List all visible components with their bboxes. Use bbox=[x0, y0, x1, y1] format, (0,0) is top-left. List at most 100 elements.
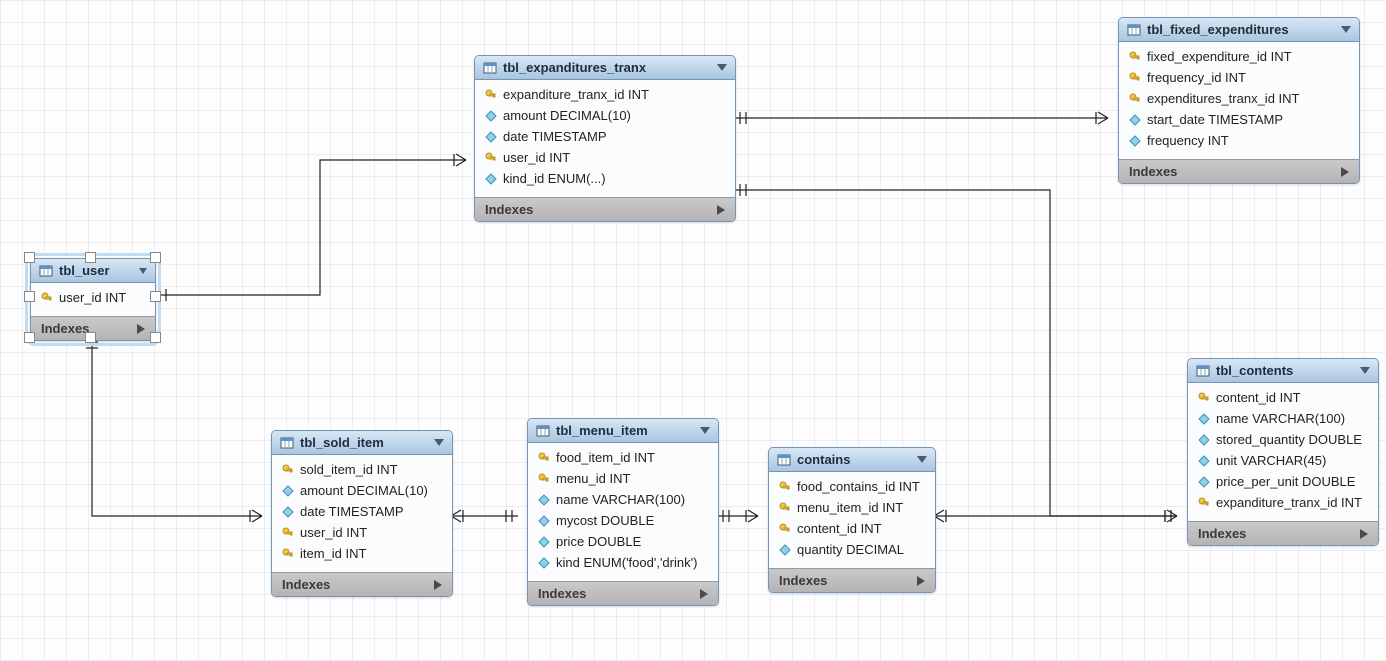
column-icon bbox=[485, 131, 497, 143]
chevron-down-icon bbox=[1341, 26, 1351, 33]
entity-title: tbl_fixed_expenditures bbox=[1147, 22, 1289, 37]
column-row[interactable]: price_per_unit DOUBLE bbox=[1188, 471, 1378, 492]
column-row[interactable]: kind_id ENUM(...) bbox=[475, 168, 735, 189]
indexes-section[interactable]: Indexes bbox=[1119, 159, 1359, 183]
column-row[interactable]: user_id INT bbox=[475, 147, 735, 168]
column-list: sold_item_id INTamount DECIMAL(10)date T… bbox=[272, 455, 452, 572]
primary-key-icon bbox=[485, 89, 497, 101]
column-label: mycost DOUBLE bbox=[556, 513, 654, 528]
expand-right-icon bbox=[137, 324, 145, 334]
selection-handle[interactable] bbox=[85, 332, 96, 343]
relation-user-sold[interactable] bbox=[92, 336, 262, 516]
entity-title: tbl_contents bbox=[1216, 363, 1293, 378]
column-row[interactable]: food_contains_id INT bbox=[769, 476, 935, 497]
column-list: food_contains_id INT menu_item_id INT cont… bbox=[769, 472, 935, 568]
entity-contains[interactable]: contains food_contains_id INT menu_item_i… bbox=[768, 447, 936, 593]
column-row[interactable]: start_date TIMESTAMP bbox=[1119, 109, 1359, 130]
column-row[interactable]: food_item_id INT bbox=[528, 447, 718, 468]
column-row[interactable]: menu_id INT bbox=[528, 468, 718, 489]
entity-tbl-fixed-expenditures[interactable]: tbl_fixed_expenditures fixed_expenditure… bbox=[1118, 17, 1360, 184]
column-row[interactable]: expanditure_tranx_id INT bbox=[1188, 492, 1378, 513]
selection-handle[interactable] bbox=[24, 332, 35, 343]
entity-header[interactable]: tbl_expanditures_tranx bbox=[475, 56, 735, 80]
indexes-label: Indexes bbox=[538, 586, 586, 601]
column-row[interactable]: fixed_expenditure_id INT bbox=[1119, 46, 1359, 67]
column-row[interactable]: kind ENUM('food','drink') bbox=[528, 552, 718, 573]
column-row[interactable]: item_id INT bbox=[272, 543, 452, 564]
column-label: menu_id INT bbox=[556, 471, 630, 486]
column-row[interactable]: mycost DOUBLE bbox=[528, 510, 718, 531]
table-icon bbox=[1196, 364, 1210, 378]
primary-key-icon bbox=[282, 548, 294, 560]
column-icon bbox=[538, 557, 550, 569]
column-row[interactable]: name VARCHAR(100) bbox=[528, 489, 718, 510]
entity-tbl-sold-item[interactable]: tbl_sold_item sold_item_id INTamount DEC… bbox=[271, 430, 453, 597]
column-label: price_per_unit DOUBLE bbox=[1216, 474, 1355, 489]
entity-tbl-menu-item[interactable]: tbl_menu_item food_item_id INT menu_id IN… bbox=[527, 418, 719, 606]
column-label: fixed_expenditure_id INT bbox=[1147, 49, 1292, 64]
column-row[interactable]: stored_quantity DOUBLE bbox=[1188, 429, 1378, 450]
column-row[interactable]: price DOUBLE bbox=[528, 531, 718, 552]
relation-end-icon bbox=[723, 510, 729, 522]
selection-handle[interactable] bbox=[24, 252, 35, 263]
column-row[interactable]: content_id INT bbox=[769, 518, 935, 539]
primary-key-icon bbox=[282, 527, 294, 539]
chevron-down-icon bbox=[917, 456, 927, 463]
relation-end-icon bbox=[746, 510, 758, 522]
column-row[interactable]: amount DECIMAL(10) bbox=[475, 105, 735, 126]
column-row[interactable]: menu_item_id INT bbox=[769, 497, 935, 518]
column-row[interactable]: sold_item_id INT bbox=[272, 459, 452, 480]
selection-handle[interactable] bbox=[85, 252, 96, 263]
column-label: name VARCHAR(100) bbox=[556, 492, 685, 507]
primary-key-icon bbox=[1198, 392, 1210, 404]
column-row[interactable]: expanditure_tranx_id INT bbox=[475, 84, 735, 105]
entity-tbl-user[interactable]: tbl_user user_id INT Indexes bbox=[30, 258, 156, 341]
indexes-section[interactable]: Indexes bbox=[272, 572, 452, 596]
selection-handle[interactable] bbox=[150, 252, 161, 263]
selection-handle[interactable] bbox=[150, 291, 161, 302]
expand-right-icon bbox=[1341, 167, 1349, 177]
column-row[interactable]: frequency INT bbox=[1119, 130, 1359, 151]
entity-tbl-expanditures-tranx[interactable]: tbl_expanditures_tranx expanditure_tranx… bbox=[474, 55, 736, 222]
primary-key-icon bbox=[41, 292, 53, 304]
column-list: expanditure_tranx_id INT amount DECIMAL(1… bbox=[475, 80, 735, 197]
column-label: amount DECIMAL(10) bbox=[503, 108, 631, 123]
column-row[interactable]: date TIMESTAMP bbox=[475, 126, 735, 147]
relation-end-icon bbox=[1165, 510, 1177, 522]
indexes-section[interactable]: Indexes bbox=[475, 197, 735, 221]
column-row[interactable]: unit VARCHAR(45) bbox=[1188, 450, 1378, 471]
column-row[interactable]: name VARCHAR(100) bbox=[1188, 408, 1378, 429]
relation-end-icon bbox=[740, 184, 746, 196]
column-label: frequency INT bbox=[1147, 133, 1229, 148]
column-row[interactable]: user_id INT bbox=[31, 287, 155, 308]
selection-handle[interactable] bbox=[150, 332, 161, 343]
table-icon bbox=[280, 436, 294, 450]
indexes-section[interactable]: Indexes bbox=[528, 581, 718, 605]
relation-user-exp[interactable] bbox=[154, 160, 466, 295]
column-row[interactable]: date TIMESTAMP bbox=[272, 501, 452, 522]
column-row[interactable]: quantity DECIMAL bbox=[769, 539, 935, 560]
column-row[interactable]: expenditures_tranx_id INT bbox=[1119, 88, 1359, 109]
column-row[interactable]: content_id INT bbox=[1188, 387, 1378, 408]
chevron-down-icon bbox=[434, 439, 444, 446]
entity-header[interactable]: tbl_contents bbox=[1188, 359, 1378, 383]
column-label: user_id INT bbox=[300, 525, 367, 540]
column-row[interactable]: frequency_id INT bbox=[1119, 67, 1359, 88]
selection-handle[interactable] bbox=[24, 291, 35, 302]
entity-header[interactable]: tbl_sold_item bbox=[272, 431, 452, 455]
chevron-down-icon bbox=[700, 427, 710, 434]
column-row[interactable]: amount DECIMAL(10) bbox=[272, 480, 452, 501]
entity-header[interactable]: tbl_fixed_expenditures bbox=[1119, 18, 1359, 42]
column-row[interactable]: user_id INT bbox=[272, 522, 452, 543]
column-label: menu_item_id INT bbox=[797, 500, 903, 515]
entity-header[interactable]: tbl_menu_item bbox=[528, 419, 718, 443]
entity-tbl-contents[interactable]: tbl_contents content_id INTname VARCHAR(… bbox=[1187, 358, 1379, 546]
indexes-label: Indexes bbox=[1129, 164, 1177, 179]
indexes-section[interactable]: Indexes bbox=[1188, 521, 1378, 545]
column-list: food_item_id INT menu_id INT name VARCHAR(… bbox=[528, 443, 718, 581]
column-icon bbox=[1129, 114, 1141, 126]
entity-header[interactable]: contains bbox=[769, 448, 935, 472]
indexes-section[interactable]: Indexes bbox=[769, 568, 935, 592]
expand-right-icon bbox=[1360, 529, 1368, 539]
column-label: kind ENUM('food','drink') bbox=[556, 555, 697, 570]
